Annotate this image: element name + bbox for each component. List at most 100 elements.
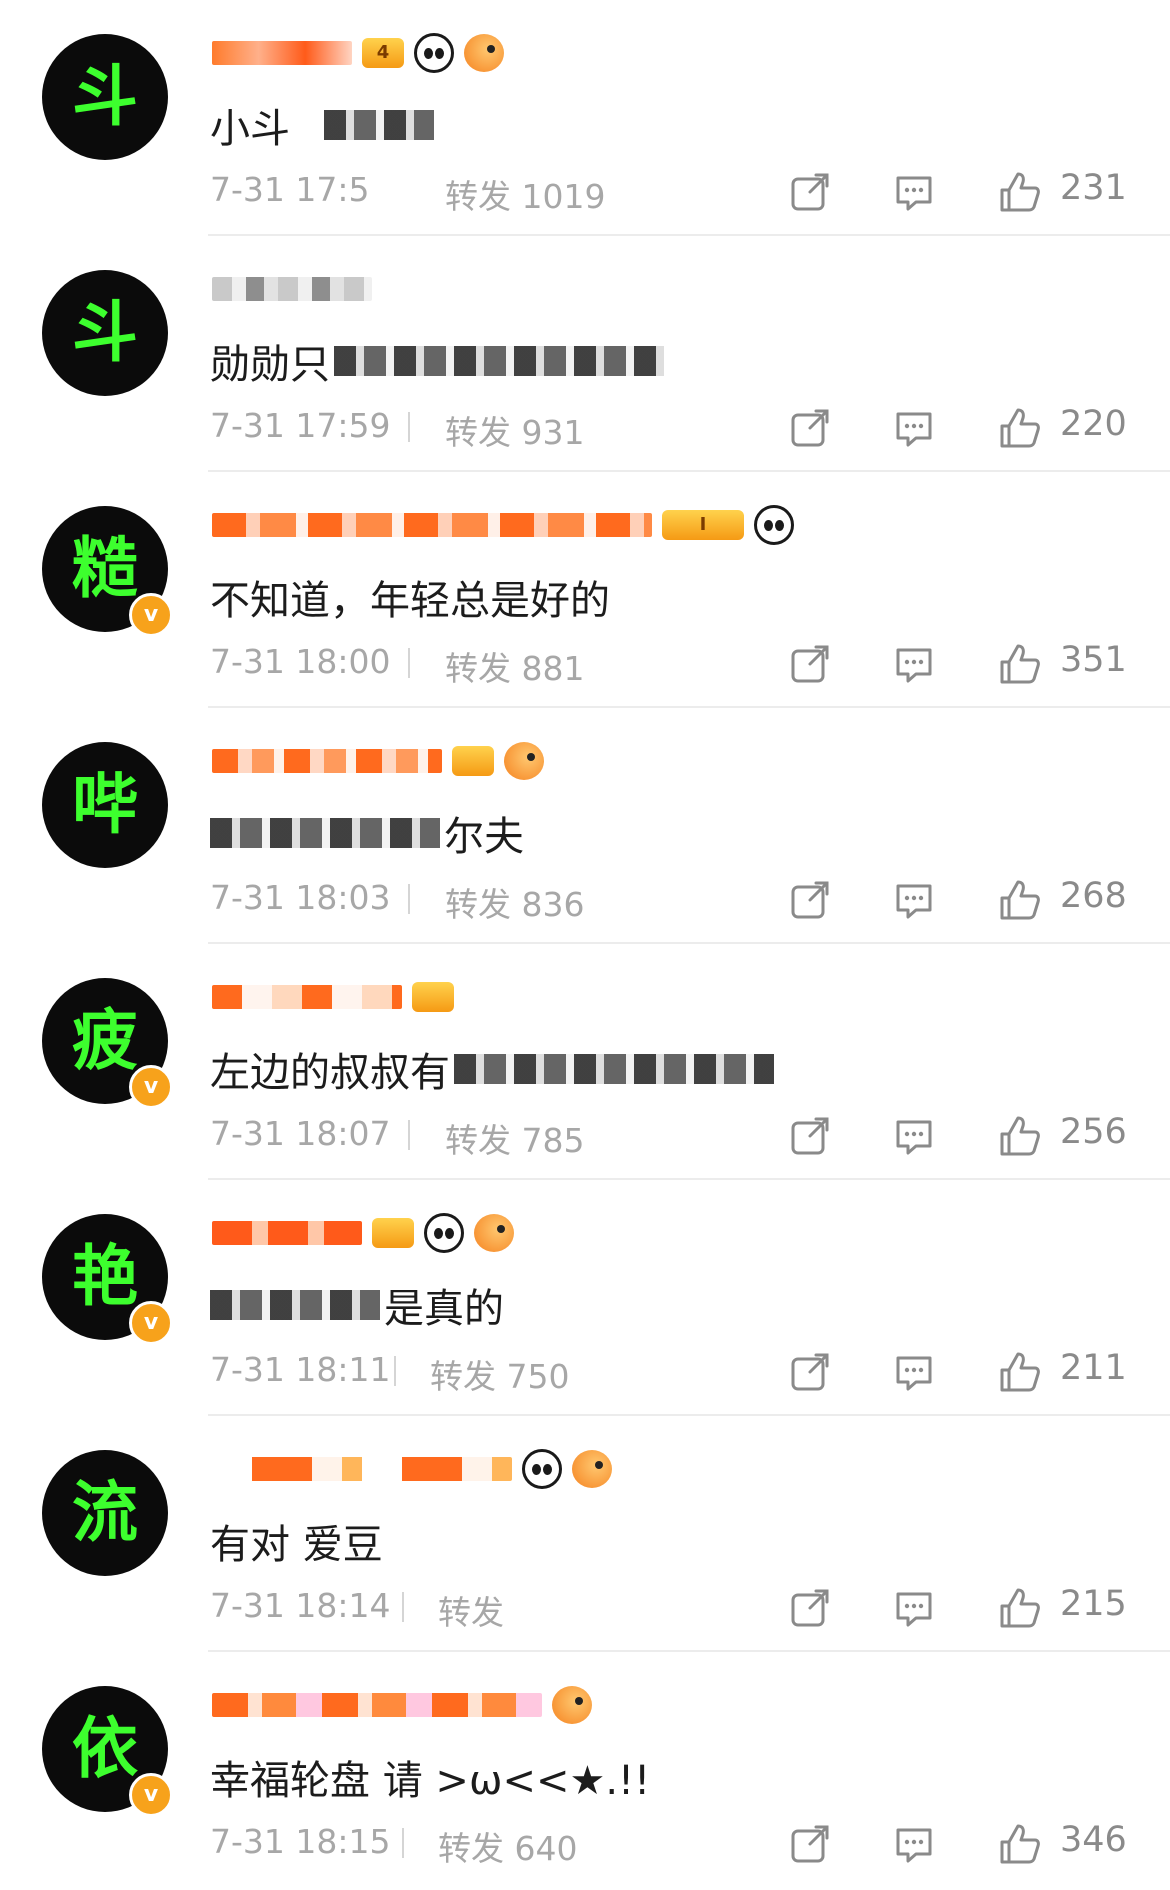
like-icon[interactable]	[998, 1350, 1042, 1394]
share-icon[interactable]	[788, 878, 832, 922]
username-row[interactable]	[212, 980, 454, 1014]
avatar-char: 依	[72, 1710, 138, 1787]
comment-text: 幸福轮盘 请 >ω<<★.!!	[210, 1758, 651, 1804]
repost-count[interactable]: 转发 640	[438, 1822, 577, 1870]
username-obscured	[212, 1221, 362, 1245]
redacted-text	[210, 818, 440, 848]
comment-icon[interactable]	[892, 1114, 936, 1158]
repost-count[interactable]: 转发 1019	[445, 170, 605, 218]
comment-text-row: 幸福轮盘 请 >ω<<★.!!	[210, 1748, 650, 1806]
username-row[interactable]	[212, 272, 372, 306]
comment-icon[interactable]	[892, 170, 936, 214]
username-row[interactable]	[212, 1686, 592, 1724]
share-icon[interactable]	[788, 1822, 832, 1866]
comment-item: 依 v 幸福轮盘 请 >ω<<★.!! 7-31 18:15 转发 640 34…	[0, 1652, 1170, 1890]
comment-icon[interactable]	[892, 1586, 936, 1630]
share-icon[interactable]	[788, 1114, 832, 1158]
avatar[interactable]: 流	[42, 1450, 168, 1576]
username-obscured	[212, 749, 442, 773]
comment-item: 斗 4 小斗 7-31 17:5 转发 1019 231	[0, 0, 1170, 236]
comment-text: 小斗	[210, 106, 290, 152]
like-count: 211	[1060, 1348, 1127, 1388]
avatar-char: 流	[72, 1474, 138, 1551]
like-icon[interactable]	[998, 1822, 1042, 1866]
username-row[interactable]	[212, 1449, 612, 1489]
share-icon[interactable]	[788, 1350, 832, 1394]
repost-count[interactable]: 转发	[438, 1586, 504, 1634]
like-icon[interactable]	[998, 406, 1042, 450]
repost-count[interactable]: 转发 931	[445, 406, 584, 454]
fish-icon	[504, 742, 544, 780]
username-row[interactable]: 4	[212, 33, 504, 73]
username-obscured	[212, 41, 352, 65]
avatar-char: 艳	[72, 1238, 138, 1315]
comment-time: 7-31 18:15	[210, 1822, 391, 1861]
comment-text-row: 勋勋只	[210, 332, 664, 390]
share-icon[interactable]	[788, 170, 832, 214]
like-icon[interactable]	[998, 1586, 1042, 1630]
repost-count[interactable]: 转发 881	[445, 642, 584, 690]
like-icon[interactable]	[998, 170, 1042, 214]
avatar[interactable]: 哔	[42, 742, 168, 868]
avatar[interactable]: 斗	[42, 34, 168, 160]
comment-time: 7-31 17:59	[210, 406, 391, 445]
comment-time: 7-31 18:00	[210, 642, 391, 681]
like-count: 215	[1060, 1584, 1127, 1624]
panda-icon	[522, 1449, 562, 1489]
comment-item: 哔 尔夫 7-31 18:03 转发 836 268	[0, 708, 1170, 944]
comment-icon[interactable]	[892, 406, 936, 450]
fish-icon	[552, 1686, 592, 1724]
crown-badge	[412, 982, 454, 1012]
username-obscured	[212, 513, 652, 537]
avatar-char: 糙	[72, 530, 138, 607]
comment-feed: 斗 4 小斗 7-31 17:5 转发 1019 231 斗 勋勋只 7-31 …	[0, 0, 1170, 1890]
redacted-text	[334, 346, 664, 376]
fish-icon	[474, 1214, 514, 1252]
panda-icon	[754, 505, 794, 545]
share-icon[interactable]	[788, 642, 832, 686]
comment-text-row: 左边的叔叔有	[210, 1040, 774, 1098]
meta-separator	[408, 1120, 410, 1150]
comment-item: 流 有对 爱豆 7-31 18:14 转发 215	[0, 1416, 1170, 1652]
username-obscured	[212, 985, 402, 1009]
comment-icon[interactable]	[892, 1822, 936, 1866]
comment-icon[interactable]	[892, 878, 936, 922]
comment-text-row: 尔夫	[210, 804, 524, 862]
like-count: 346	[1060, 1820, 1127, 1860]
repost-count[interactable]: 转发 750	[430, 1350, 569, 1398]
comment-time: 7-31 18:14	[210, 1586, 391, 1625]
share-icon[interactable]	[788, 406, 832, 450]
like-icon[interactable]	[998, 1114, 1042, 1158]
repost-count[interactable]: 转发 836	[445, 878, 584, 926]
like-icon[interactable]	[998, 642, 1042, 686]
like-icon[interactable]	[998, 878, 1042, 922]
comment-icon[interactable]	[892, 1350, 936, 1394]
like-count: 231	[1060, 168, 1127, 208]
like-count: 256	[1060, 1112, 1127, 1152]
comment-text-row: 小斗	[210, 96, 434, 154]
username-obscured	[212, 1693, 542, 1717]
username-row[interactable]	[212, 1213, 514, 1253]
fish-icon	[464, 34, 504, 72]
share-icon[interactable]	[788, 1586, 832, 1630]
comment-text: 勋勋只	[210, 342, 330, 388]
crown-badge	[372, 1218, 414, 1248]
username-obscured	[212, 277, 372, 301]
like-count: 351	[1060, 640, 1127, 680]
comment-time: 7-31 18:03	[210, 878, 391, 917]
comment-text-row: 不知道，年轻总是好的	[210, 568, 610, 626]
meta-separator	[408, 412, 410, 442]
username-row[interactable]	[212, 742, 544, 780]
redacted-text	[324, 110, 434, 140]
level-badge: 4	[362, 38, 404, 68]
comment-item: 斗 勋勋只 7-31 17:59 转发 931 220	[0, 236, 1170, 472]
redacted-text	[454, 1054, 774, 1084]
comment-item: 疲 v 左边的叔叔有 7-31 18:07 转发 785 256	[0, 944, 1170, 1180]
username-row[interactable]: I	[212, 505, 794, 545]
repost-count[interactable]: 转发 785	[445, 1114, 584, 1162]
avatar[interactable]: 斗	[42, 270, 168, 396]
comment-text: 尔夫	[444, 814, 524, 860]
comment-time: 7-31 18:11	[210, 1350, 391, 1389]
comment-icon[interactable]	[892, 642, 936, 686]
comment-text-row: 是真的	[210, 1276, 504, 1334]
